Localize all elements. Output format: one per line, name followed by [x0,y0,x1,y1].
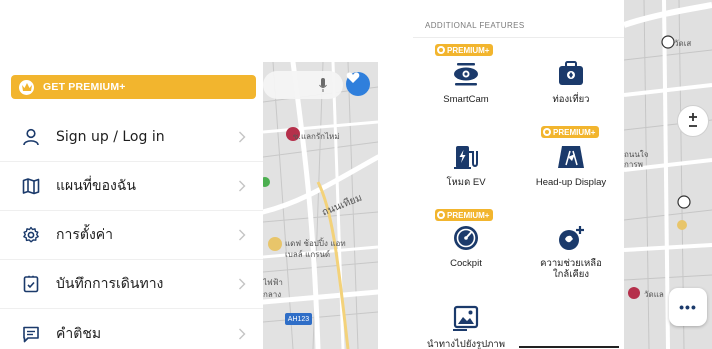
menu-item-feedback[interactable]: คำติชม [0,309,263,349]
zoom-button[interactable] [677,105,709,137]
microphone-icon[interactable] [319,78,327,92]
feature-label: นำทางไปยังรูปภาพ [426,339,506,349]
feature-label: ความช่วยเหลือ [540,258,602,269]
get-premium-button[interactable]: GET PREMIUM+ [11,75,256,99]
feedback-icon [23,326,39,342]
feature-label: Cockpit [450,258,482,269]
feature-head-up-display[interactable]: Head-up Display [521,143,621,188]
more-options-button[interactable]: ••• [669,288,707,326]
menu-item-label: การตั้งค่า [56,227,114,243]
map-label: กลาง [263,290,282,299]
premium-badge: PREMIUM+ [435,209,494,221]
menu-item-sign-up-login[interactable]: Sign up / Log in [0,113,263,162]
premium-badge: PREMIUM+ [541,126,600,138]
person-icon [23,128,39,146]
additional-features-header: ADDITIONAL FEATURES [425,21,525,30]
crown-icon [19,79,34,95]
chevron-right-icon [239,131,246,143]
settings-gear-icon [23,226,39,243]
get-premium-label: GET PREMIUM+ [43,81,126,93]
smartcam-icon [454,63,478,86]
menu-item-trip-log[interactable]: บันทึกการเดินทาง [0,260,263,309]
map-label: วัดเส [674,39,692,48]
premium-badge: PREMIUM+ [435,44,494,56]
map-search-bar[interactable] [263,71,343,99]
menu-item-label: คำติชม [56,325,102,342]
travel-bag-icon [559,61,583,85]
feature-label: ท่องเที่ยว [552,94,590,105]
map-icon [22,178,40,195]
favorites-button[interactable] [346,72,370,96]
zoom-plus-minus-icon [689,113,697,127]
feature-navigate-to-photo[interactable]: นำทางไปยังรูปภาพ [416,305,516,349]
map-view-left[interactable]: ซ.แลกรักไหม่ ถนนเทียม แดฟ ช้อปปิ้ง แอท เ… [263,62,378,349]
left-screenshot: ซ.แลกรักไหม่ ถนนเทียม แดฟ ช้อปปิ้ง แอท เ… [0,0,378,349]
feature-label: SmartCam [443,94,489,105]
chevron-right-icon [239,328,246,339]
map-label: เบลล์ แกรนด์ [285,250,331,259]
feature-label-line2: ใกล้เคียง [552,269,590,280]
ev-charger-icon [454,146,478,169]
chevron-right-icon [239,180,246,192]
feature-cockpit[interactable]: Cockpit [416,224,516,269]
navigate-to-photo-icon [453,305,479,331]
map-label: การพ [624,160,643,169]
trip-log-icon [23,275,39,293]
feature-travel[interactable]: ท่องเที่ยว [521,60,621,105]
feature-label: โหมด EV [446,177,486,188]
home-indicator [519,346,619,348]
nearby-help-icon [559,226,584,250]
chevron-right-icon [239,278,246,290]
menu-item-label: แผนที่ของฉัน [56,178,136,194]
map-label: ซ.แลกรักไหม่ [293,132,340,141]
menu-item-label: Sign up / Log in [56,129,165,145]
feature-label: Head-up Display [535,177,607,188]
section-divider [413,37,624,38]
heart-icon [346,72,360,83]
feature-nearby-help[interactable]: ความช่วยเหลือ ใกล้เคียง [521,224,621,280]
chevron-right-icon [239,229,246,241]
map-label: วัดแล [644,290,664,299]
feature-ev-mode[interactable]: โหมด EV [416,143,516,188]
menu-item-my-maps[interactable]: แผนที่ของฉัน [0,162,263,211]
head-up-display-icon [558,146,584,168]
road-shield: AH123 [285,313,312,325]
menu-item-settings[interactable]: การตั้งค่า [0,211,263,260]
feature-smartcam[interactable]: SmartCam [416,60,516,105]
menu-item-label: บันทึกการเดินทาง [56,276,164,292]
cockpit-gauge-icon [454,226,478,250]
